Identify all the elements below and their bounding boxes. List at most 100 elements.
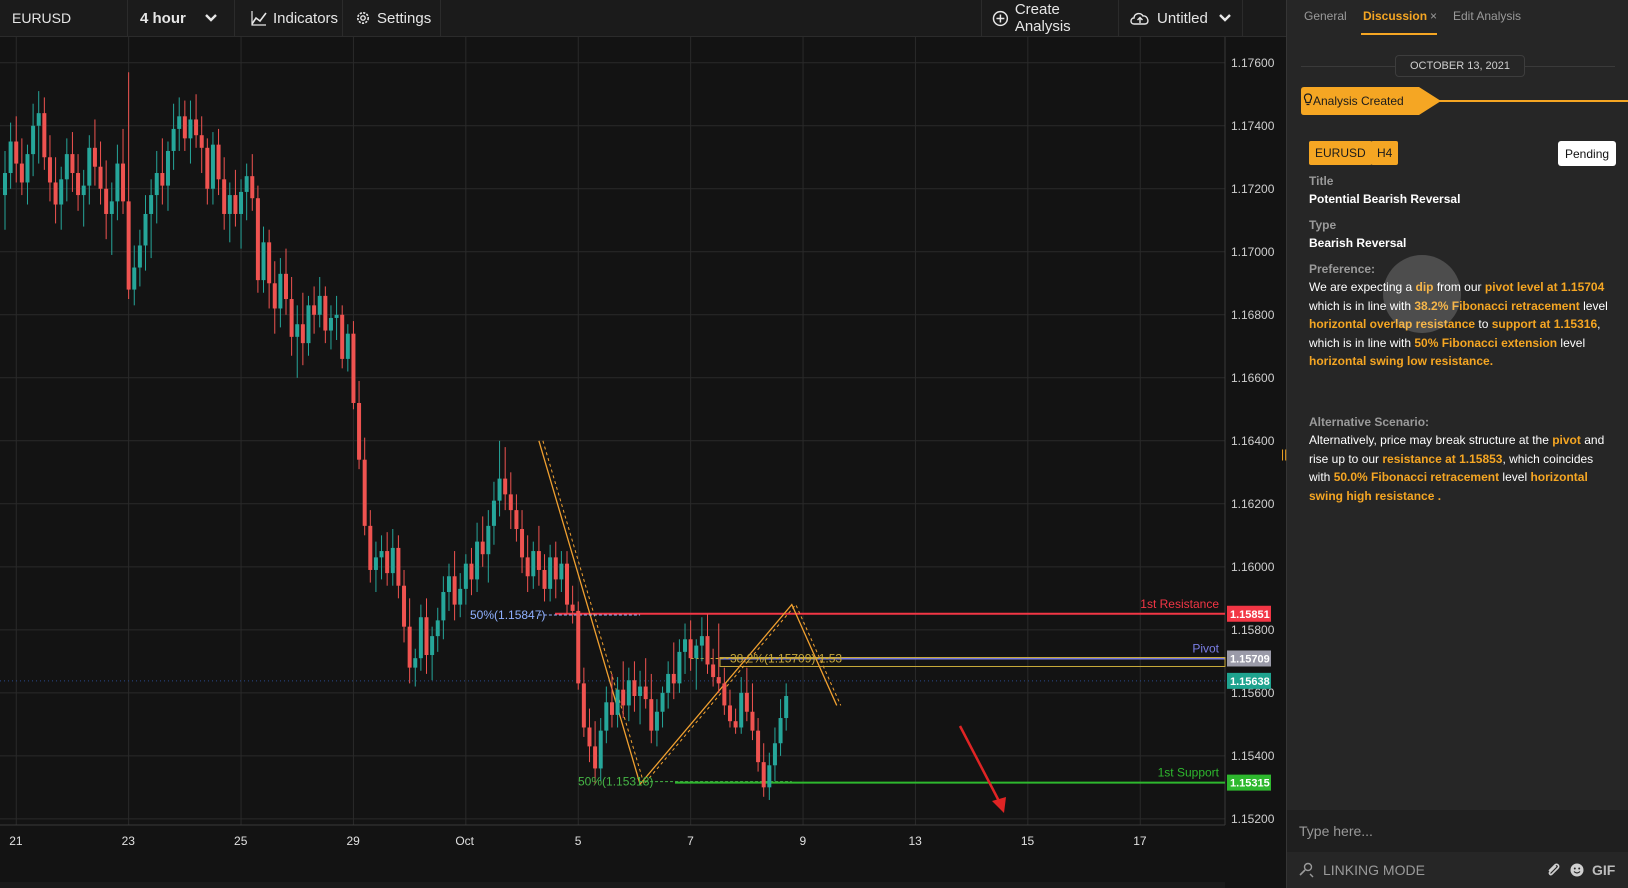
tab-discussion[interactable]: Discussion <box>1363 9 1427 23</box>
resistance-price-tag-text: 1.15851 <box>1230 609 1270 621</box>
interval-label: 4 hour <box>140 9 186 27</box>
chart-scrollbar <box>0 882 1225 888</box>
indicators-label: Indicators <box>273 9 339 27</box>
settings-label: Settings <box>377 9 432 27</box>
candle-down <box>722 683 727 706</box>
paperclip-icon[interactable] <box>1545 862 1561 878</box>
candle-up <box>435 620 440 637</box>
type-label: Type <box>1309 218 1337 232</box>
highlighted-text: horizontal swing low resistance. <box>1309 354 1494 369</box>
layout-name: Untitled <box>1157 9 1208 27</box>
candle-down <box>233 195 238 214</box>
layout-selector[interactable]: Untitled <box>1119 0 1243 36</box>
close-icon[interactable]: × <box>1430 9 1437 23</box>
candle-up <box>772 743 777 766</box>
emoji-icon[interactable] <box>1569 862 1585 878</box>
level-label: 1st Support <box>1158 766 1220 780</box>
message-input[interactable] <box>1287 810 1628 852</box>
y-tick-label: 1.15800 <box>1231 623 1275 637</box>
candle-down <box>126 201 131 290</box>
gear-icon <box>357 12 369 24</box>
candle-down <box>536 551 541 570</box>
body-text: level <box>1499 470 1531 485</box>
lightbulb-icon <box>1303 93 1313 106</box>
candle-down <box>76 173 81 196</box>
candle-down <box>727 705 732 722</box>
candle-up <box>694 645 699 659</box>
candle-up <box>25 154 30 183</box>
candle-down <box>632 680 637 696</box>
interval-selector[interactable]: 4 hour <box>128 0 235 36</box>
candle-down <box>621 689 626 706</box>
gif-button[interactable]: GIF <box>1592 862 1615 878</box>
candle-down <box>480 541 485 555</box>
candle-down <box>705 636 710 665</box>
y-tick-label: 1.17400 <box>1231 119 1275 133</box>
chart-canvas[interactable]: 1.17600 1.17400 1.17200 1.17000 1.16800 1.166… <box>0 37 1286 888</box>
x-tick-label: 15 <box>1021 834 1035 848</box>
tab-general[interactable]: General <box>1304 9 1347 23</box>
y-tick-label: 1.15400 <box>1231 749 1275 763</box>
candle-down <box>255 198 260 281</box>
candle-up <box>177 116 182 129</box>
fib-label: 38.2%(1.15709) 1.53 <box>730 651 842 665</box>
linking-mode-label: LINKING MODE <box>1323 862 1425 878</box>
support-price-tag-text: 1.15315 <box>1230 778 1270 790</box>
candle-up <box>165 150 170 186</box>
candle-up <box>64 154 69 180</box>
y-tick-label: 1.16200 <box>1231 497 1275 511</box>
symbol-selector[interactable]: EURUSD <box>0 0 128 36</box>
candle-up <box>188 119 193 139</box>
x-tick-label: 17 <box>1133 834 1147 848</box>
y-tick-label: 1.16000 <box>1231 560 1275 574</box>
candle-down <box>593 746 598 769</box>
tab-edit-analysis[interactable]: Edit Analysis <box>1453 9 1521 23</box>
candle-down <box>267 242 272 284</box>
y-tick-label: 1.16400 <box>1231 434 1275 448</box>
create-analysis-button[interactable]: Create Analysis <box>981 0 1119 36</box>
candle-up <box>654 711 659 731</box>
candle-up <box>239 191 244 214</box>
candle-up <box>345 333 350 359</box>
body-text: level <box>1579 298 1608 313</box>
candle-down <box>312 305 317 315</box>
indicators-button[interactable]: Indicators <box>235 0 343 36</box>
y-tick-label: 1.17200 <box>1231 182 1275 196</box>
highlighted-text: 50.0% Fibonacci retracement <box>1333 470 1500 485</box>
candle-down <box>385 551 390 574</box>
candle-down <box>407 626 412 668</box>
candle-down <box>649 699 654 731</box>
candle-down <box>750 711 755 731</box>
linking-mode-toggle[interactable]: LINKING MODE <box>1297 862 1425 878</box>
candle-up <box>154 173 159 196</box>
candle-down <box>469 563 474 580</box>
y-tick-label: 1.17600 <box>1231 56 1275 70</box>
price-chart[interactable]: 1.17600 1.17400 1.17200 1.17000 1.16800 1.166… <box>0 37 1286 888</box>
candle-down <box>424 617 429 656</box>
candle-up <box>149 195 154 214</box>
candle-down <box>570 604 575 611</box>
candle-down <box>587 727 592 747</box>
x-tick-label: 9 <box>800 834 807 848</box>
candle-down <box>194 119 199 136</box>
candle-down <box>553 557 558 580</box>
highlighted-text: support at 1.15316 <box>1491 317 1598 332</box>
candle-up <box>486 525 491 555</box>
candle-up <box>784 695 789 719</box>
analysis-type: Bearish Reversal <box>1309 236 1407 250</box>
settings-button[interactable]: Settings <box>343 0 441 36</box>
candle-up <box>3 173 7 196</box>
candle-up <box>143 213 148 246</box>
x-tick-label: 29 <box>346 834 360 848</box>
candle-up <box>666 673 671 693</box>
chart-toolbar: EURUSD 4 hour Indicators Settings Create… <box>0 0 1286 37</box>
candle-up <box>491 500 496 526</box>
candle-up <box>441 592 446 621</box>
candle-up <box>475 541 480 580</box>
analysis-created-label: Analysis Created <box>1313 94 1404 108</box>
x-tick-label: Oct <box>455 834 474 848</box>
candle-up <box>463 563 468 589</box>
highlighted-text: 50% Fibonacci extension <box>1414 335 1558 350</box>
x-tick-label: 7 <box>687 834 694 848</box>
panel-resize-handle[interactable]: || <box>1281 447 1287 461</box>
